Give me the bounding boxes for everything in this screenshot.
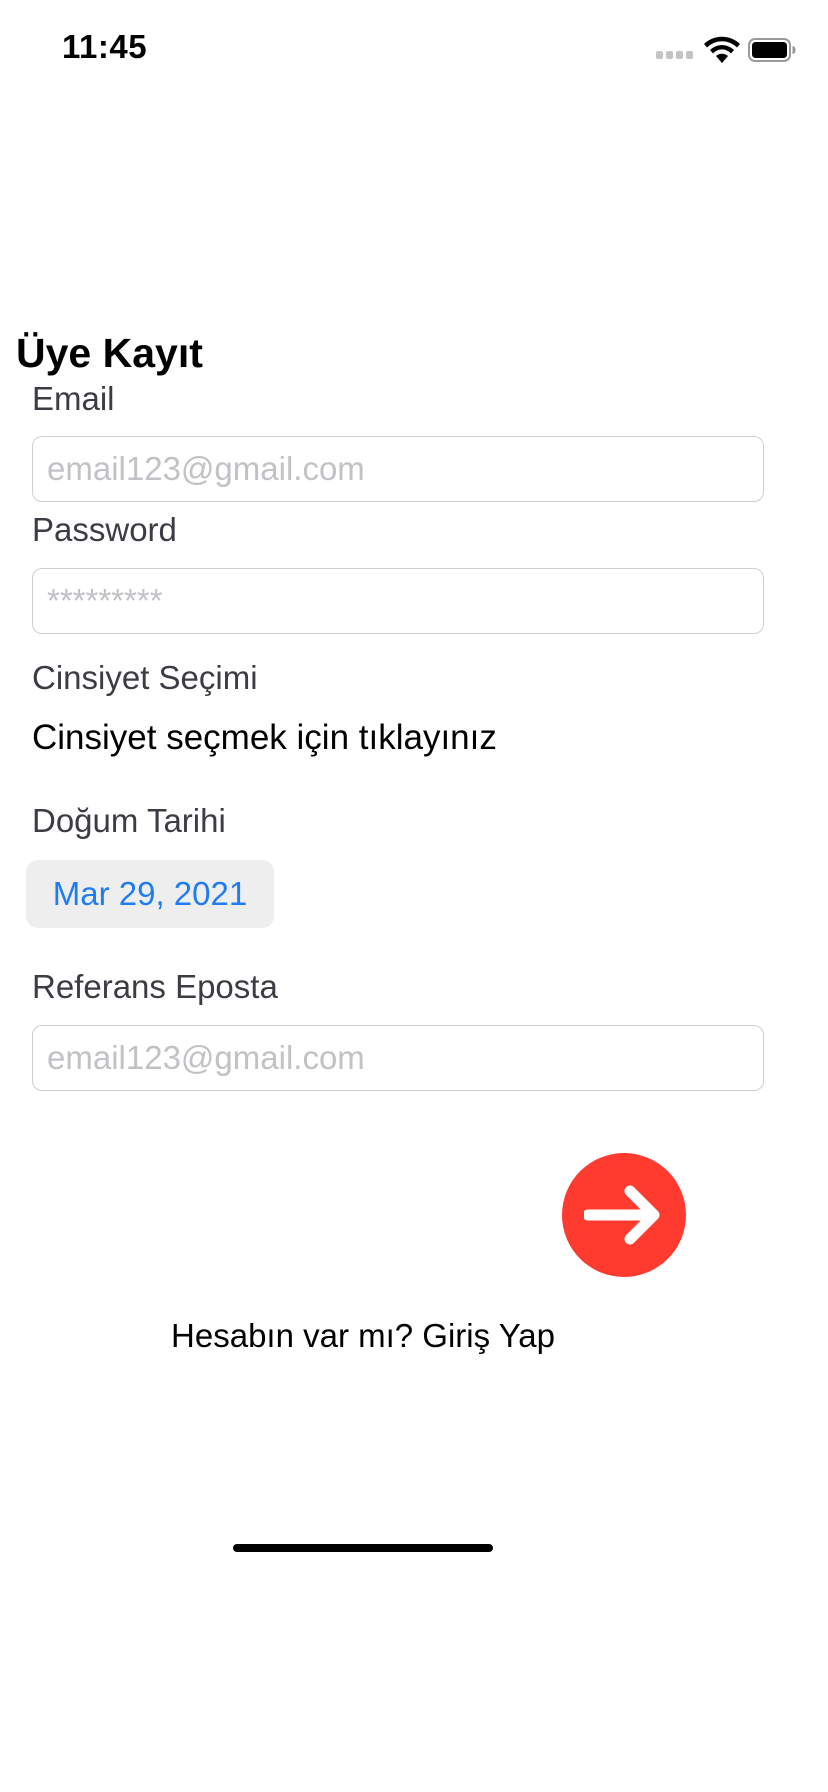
- arrow-right-icon: [584, 1185, 660, 1245]
- status-icons: [656, 34, 796, 66]
- battery-icon: [748, 38, 796, 62]
- email-label: Email: [32, 380, 115, 417]
- gender-select[interactable]: Cinsiyet seçmek için tıklayınız: [32, 718, 497, 758]
- wifi-icon: [704, 36, 740, 63]
- submit-button[interactable]: [562, 1153, 686, 1277]
- home-indicator: [233, 1544, 493, 1552]
- referral-email-field[interactable]: [32, 1025, 764, 1091]
- birth-date-label: Doğum Tarihi: [32, 802, 226, 839]
- cellular-signal-icon: [656, 51, 696, 61]
- birth-date-picker[interactable]: Mar 29, 2021: [26, 860, 274, 928]
- password-label: Password: [32, 511, 177, 548]
- page-title: Üye Kayıt: [16, 330, 203, 376]
- password-field[interactable]: [32, 568, 764, 634]
- status-time: 11:45: [62, 28, 148, 65]
- gender-label: Cinsiyet Seçimi: [32, 659, 258, 696]
- referral-email-label: Referans Eposta: [32, 968, 278, 1005]
- login-link[interactable]: Hesabın var mı? Giriş Yap: [0, 1317, 726, 1355]
- email-field[interactable]: [32, 436, 764, 502]
